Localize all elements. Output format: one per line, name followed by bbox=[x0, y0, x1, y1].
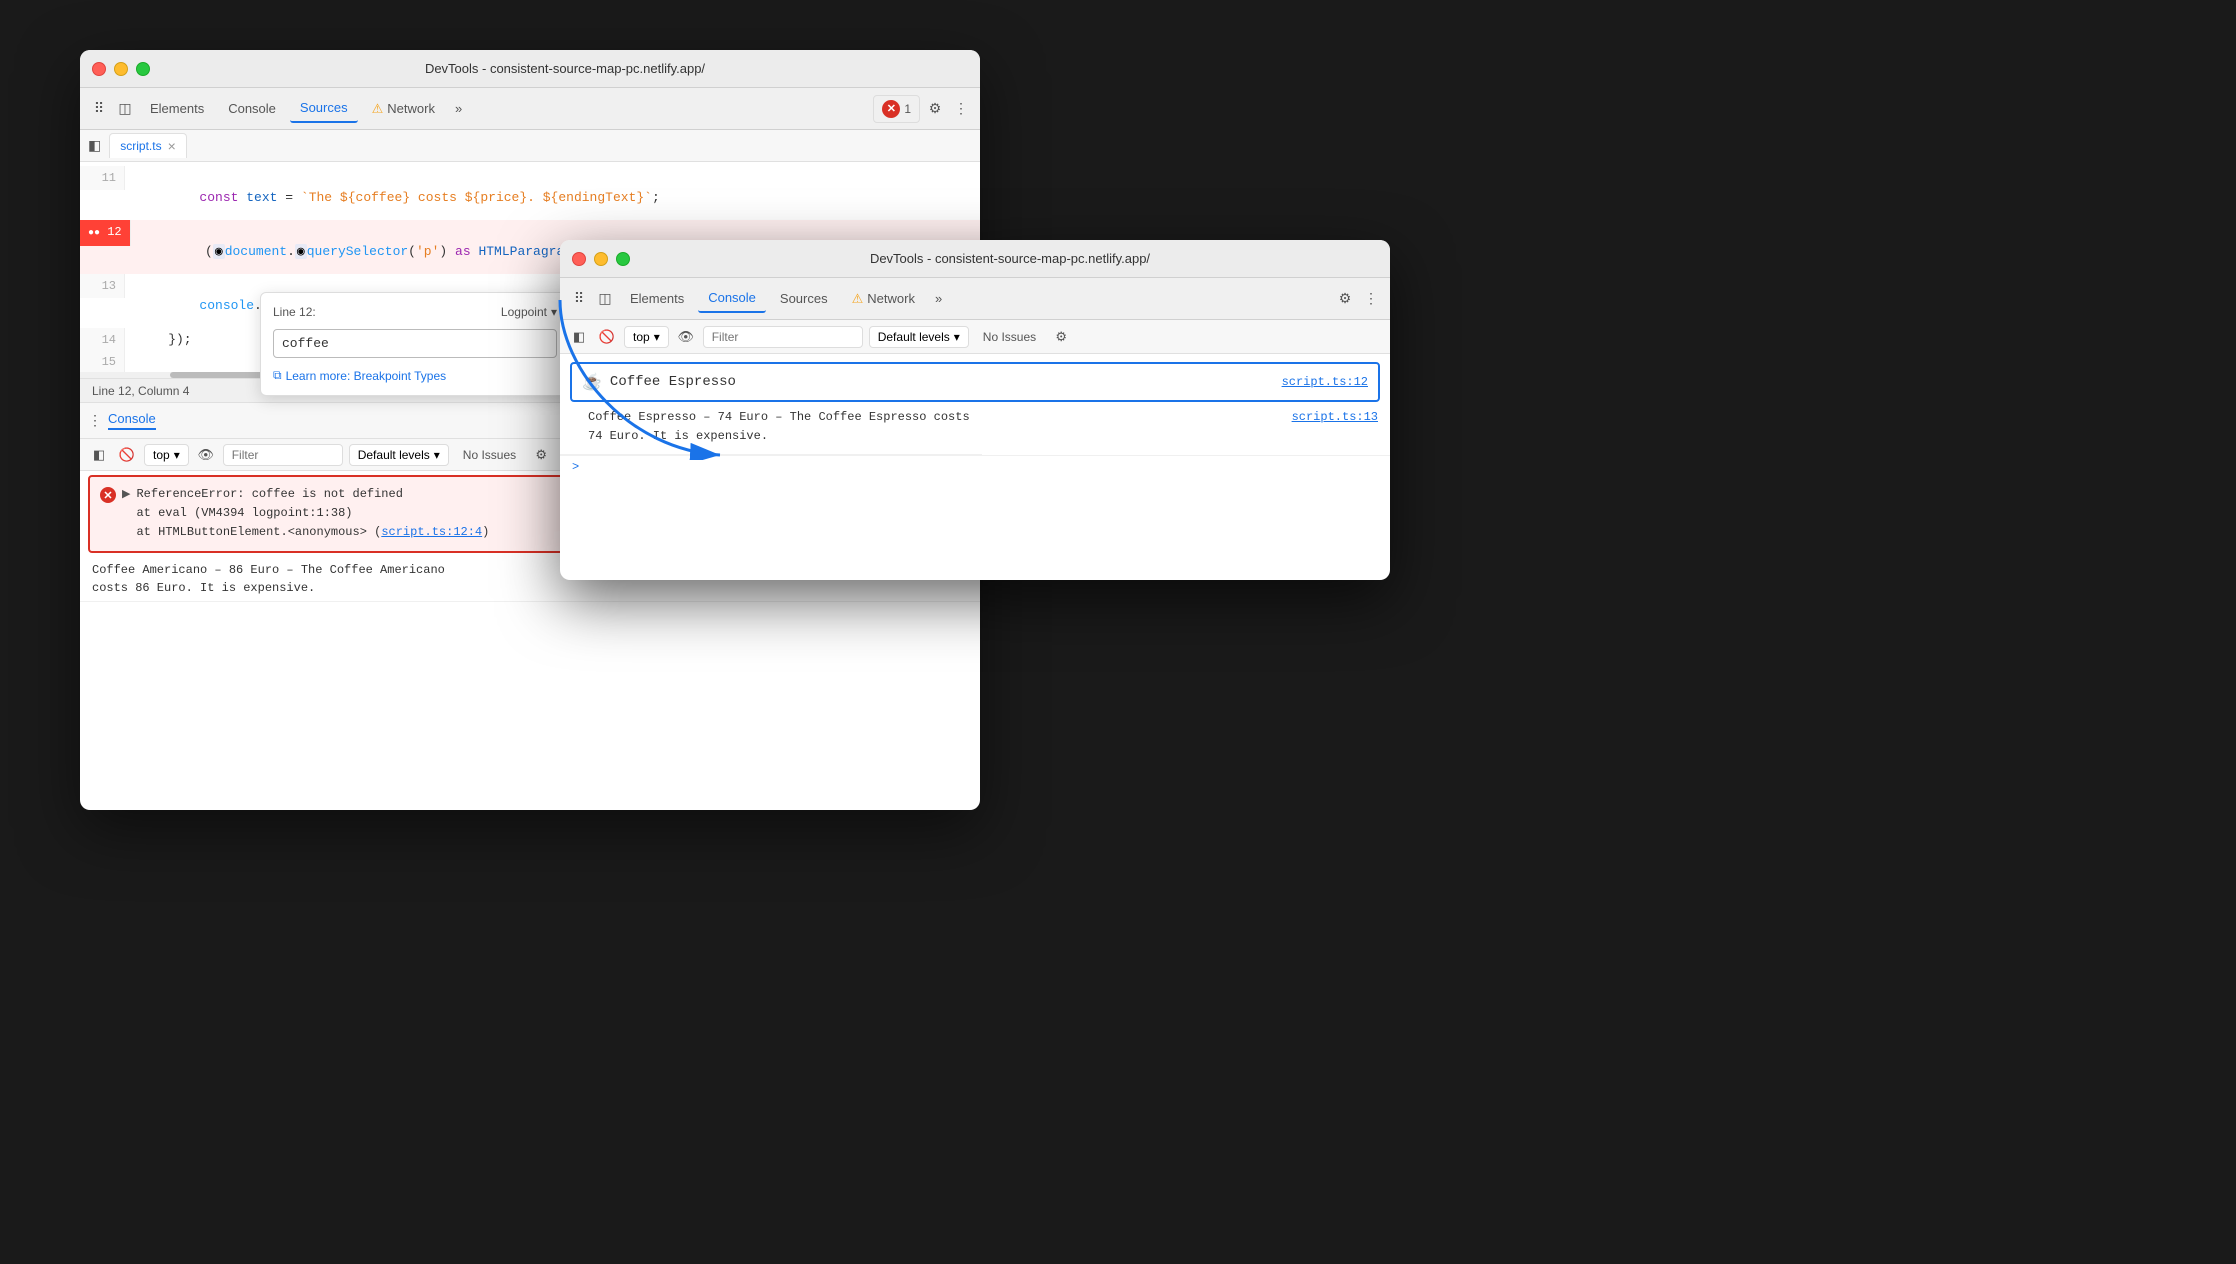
logpoint-header: Line 12: Logpoint ▾ bbox=[273, 305, 557, 319]
menu-dots-icon-console[interactable]: ⋮ bbox=[88, 412, 102, 429]
settings-icon-console-front[interactable]: ⚙ bbox=[1050, 326, 1072, 348]
top-selector-front[interactable]: top ▾ bbox=[624, 326, 669, 348]
coffee-espresso-row: ☕ Coffee Espresso script.ts:12 bbox=[570, 362, 1380, 402]
filter-input-front[interactable] bbox=[703, 326, 863, 348]
tab-network-front[interactable]: ⚠ Network bbox=[842, 285, 925, 313]
levels-dropdown-back[interactable]: Default levels ▾ bbox=[349, 444, 449, 466]
settings-icon-console-back[interactable]: ⚙ bbox=[530, 444, 552, 466]
coffee-espresso-link[interactable]: script.ts:12 bbox=[1282, 375, 1368, 389]
eye-icon-front[interactable]: 👁 bbox=[675, 326, 697, 348]
no-issues-front: No Issues bbox=[975, 327, 1044, 347]
sidebar-toggle-icon[interactable]: ◧ bbox=[88, 137, 101, 154]
minimize-button-back[interactable] bbox=[114, 62, 128, 76]
logpoint-popup: Line 12: Logpoint ▾ ⧉ Learn more: Breakp… bbox=[260, 292, 570, 396]
device-mode-icon[interactable]: ◫ bbox=[114, 98, 136, 120]
console-tab-label-back[interactable]: Console bbox=[108, 411, 156, 430]
coffee-espresso-text: Coffee Espresso bbox=[610, 374, 736, 390]
logpoint-line-label: Line 12: bbox=[273, 305, 316, 319]
more-options-icon-back[interactable]: ⋮ bbox=[950, 98, 972, 120]
tab-network-back[interactable]: ⚠ Network bbox=[362, 95, 445, 123]
line-12-dot: ●● bbox=[88, 228, 100, 239]
expand-error-icon[interactable]: ▶ bbox=[122, 487, 130, 500]
clear-console-back[interactable]: 🚫 bbox=[116, 444, 138, 466]
settings-icon-front[interactable]: ⚙ bbox=[1334, 288, 1356, 310]
maximize-button-back[interactable] bbox=[136, 62, 150, 76]
coffee-espresso-detail-row: Coffee Espresso – 74 Euro – The Coffee E… bbox=[560, 406, 1390, 456]
error-count-badge-back: ✕ bbox=[882, 100, 900, 118]
warning-icon-back: ⚠ bbox=[372, 101, 384, 117]
issues-badge-back[interactable]: ✕ 1 bbox=[873, 95, 920, 123]
code-line-11: 11 const text = `The ${coffee} costs ${p… bbox=[80, 166, 980, 220]
no-issues-back: No Issues bbox=[455, 445, 524, 465]
sidebar-toggle-console-back[interactable]: ◧ bbox=[88, 444, 110, 466]
coffee-icon: ☕ bbox=[582, 372, 602, 392]
error-link-stack[interactable]: script.ts:12:4 bbox=[381, 525, 482, 539]
inspector-icon-front[interactable]: ⠿ bbox=[568, 288, 590, 310]
logpoint-type-dropdown[interactable]: Logpoint ▾ bbox=[501, 305, 557, 319]
error-icon-circle: ✕ bbox=[100, 487, 116, 503]
more-options-icon-front[interactable]: ⋮ bbox=[1360, 288, 1382, 310]
traffic-lights-front bbox=[572, 252, 630, 266]
chevron-down-icon: ▾ bbox=[551, 305, 557, 319]
minimize-button-front[interactable] bbox=[594, 252, 608, 266]
tab-elements-front[interactable]: Elements bbox=[620, 285, 694, 312]
tab-elements-back[interactable]: Elements bbox=[140, 95, 214, 122]
logpoint-expression-input[interactable] bbox=[273, 329, 557, 358]
clear-console-front[interactable]: 🚫 bbox=[596, 326, 618, 348]
maximize-button-front[interactable] bbox=[616, 252, 630, 266]
chevron-down-icon-top-back: ▾ bbox=[174, 448, 180, 462]
settings-icon-back[interactable]: ⚙ bbox=[924, 98, 946, 120]
devtools-front-window: DevTools - consistent-source-map-pc.netl… bbox=[560, 240, 1390, 580]
top-selector-back[interactable]: top ▾ bbox=[144, 444, 189, 466]
external-link-icon: ⧉ bbox=[273, 368, 282, 383]
traffic-lights-back bbox=[92, 62, 150, 76]
tab-console-front[interactable]: Console bbox=[698, 284, 766, 313]
inspector-icon[interactable]: ⠿ bbox=[88, 98, 110, 120]
close-file-tab[interactable]: × bbox=[168, 138, 176, 154]
more-tabs-back[interactable]: » bbox=[449, 97, 468, 120]
chevron-down-icon-levels-back: ▾ bbox=[434, 448, 440, 462]
levels-dropdown-front[interactable]: Default levels ▾ bbox=[869, 326, 969, 348]
title-bar-front: DevTools - consistent-source-map-pc.netl… bbox=[560, 240, 1390, 278]
tab-sources-back[interactable]: Sources bbox=[290, 94, 358, 123]
window-title-back: DevTools - consistent-source-map-pc.netl… bbox=[162, 61, 968, 76]
console-output-front: ☕ Coffee Espresso script.ts:12 Coffee Es… bbox=[560, 354, 1390, 580]
close-button-back[interactable] bbox=[92, 62, 106, 76]
tab-console-back[interactable]: Console bbox=[218, 95, 286, 122]
coffee-espresso-detail-text: Coffee Espresso – 74 Euro – The Coffee E… bbox=[560, 406, 982, 455]
eye-icon-back[interactable]: 👁 bbox=[195, 444, 217, 466]
title-bar-back: DevTools - consistent-source-map-pc.netl… bbox=[80, 50, 980, 88]
file-tabs-bar: ◧ script.ts × bbox=[80, 130, 980, 162]
chevron-down-icon-levels-front: ▾ bbox=[954, 330, 960, 344]
devtools-toolbar-back: ⠿ ◫ Elements Console Sources ⚠ Network »… bbox=[80, 88, 980, 130]
more-tabs-front[interactable]: » bbox=[929, 287, 948, 310]
coffee-espresso-detail-link[interactable]: script.ts:13 bbox=[1292, 410, 1378, 424]
filter-input-back[interactable] bbox=[223, 444, 343, 466]
devtools-toolbar-front: ⠿ ◫ Elements Console Sources ⚠ Network »… bbox=[560, 278, 1390, 320]
script-ts-tab[interactable]: script.ts × bbox=[109, 133, 187, 158]
console-toolbar-front: ◧ 🚫 top ▾ 👁 Default levels ▾ No Issues ⚙ bbox=[560, 320, 1390, 354]
warning-icon-front: ⚠ bbox=[852, 291, 864, 307]
window-title-front: DevTools - consistent-source-map-pc.netl… bbox=[642, 251, 1378, 266]
arrow-row: > bbox=[560, 456, 1390, 478]
sidebar-toggle-front[interactable]: ◧ bbox=[568, 326, 590, 348]
device-mode-icon-front[interactable]: ◫ bbox=[594, 288, 616, 310]
learn-more-link[interactable]: ⧉ Learn more: Breakpoint Types bbox=[273, 368, 557, 383]
tab-sources-front[interactable]: Sources bbox=[770, 285, 838, 312]
close-button-front[interactable] bbox=[572, 252, 586, 266]
learn-more-section: ⧉ Learn more: Breakpoint Types bbox=[273, 368, 557, 383]
chevron-down-icon-top-front: ▾ bbox=[654, 330, 660, 344]
